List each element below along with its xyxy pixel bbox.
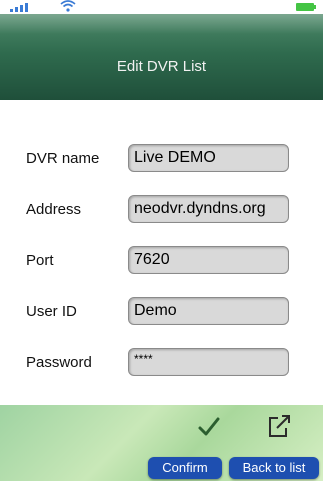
footer-toolbar: Confirm Back to list (0, 405, 323, 481)
page-title: Edit DVR List (116, 58, 207, 75)
user-id-label: User ID (26, 303, 77, 320)
address-field[interactable]: neodvr.dyndns.org (128, 195, 289, 223)
form-row-password: Password **** (0, 348, 323, 378)
port-field[interactable]: 7620 (128, 246, 289, 274)
nav-bar: Edit DVR List (0, 14, 323, 100)
signal-icon (10, 3, 28, 12)
back-to-list-button[interactable]: Back to list (229, 457, 319, 479)
confirm-button[interactable]: Confirm (148, 457, 222, 479)
port-label: Port (26, 252, 54, 269)
user-id-field[interactable]: Demo (128, 297, 289, 325)
battery-icon (296, 3, 316, 11)
form-row-port: Port 7620 (0, 246, 323, 276)
share-arrow-icon[interactable] (266, 413, 292, 439)
wifi-icon (60, 0, 76, 12)
status-bar (0, 0, 323, 14)
form-row-dvr-name: DVR name Live DEMO (0, 144, 323, 174)
dvr-name-field[interactable]: Live DEMO (128, 144, 289, 172)
form-row-user-id: User ID Demo (0, 297, 323, 327)
address-label: Address (26, 201, 82, 218)
dvr-edit-form: DVR name Live DEMO Address neodvr.dyndns… (0, 100, 323, 405)
form-row-address: Address neodvr.dyndns.org (0, 195, 323, 225)
nav-bar-shine (0, 14, 323, 34)
checkmark-icon[interactable] (197, 415, 221, 439)
password-field[interactable]: **** (128, 348, 289, 376)
dvr-name-label: DVR name (26, 150, 100, 167)
password-label: Password (26, 354, 92, 371)
